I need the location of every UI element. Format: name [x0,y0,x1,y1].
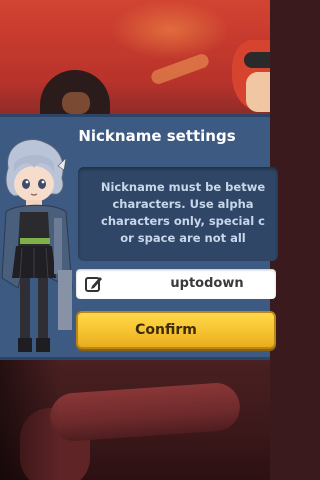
edit-pencil-icon [85,277,102,292]
background-pipe [48,381,242,443]
dialog-title: Nickname settings [78,127,236,145]
message-box: Nickname must be betwe characters. Use a… [78,167,278,261]
background-top-art [0,0,270,116]
mascot-character [1,139,73,352]
nickname-input[interactable]: uptodown [76,269,276,299]
confirm-button-label: Confirm [135,322,197,338]
background-character-goggles [244,52,270,68]
background-bottom-art [0,360,270,480]
background-character-red-face [246,72,270,112]
confirm-button[interactable]: Confirm [76,311,276,349]
sky-glow [110,0,230,60]
background-shadow [0,360,60,480]
background-character-dark-face [62,92,90,114]
nickname-rules-message: Nickname must be betwe characters. Use a… [100,180,266,245]
nickname-value: uptodown [170,276,244,291]
